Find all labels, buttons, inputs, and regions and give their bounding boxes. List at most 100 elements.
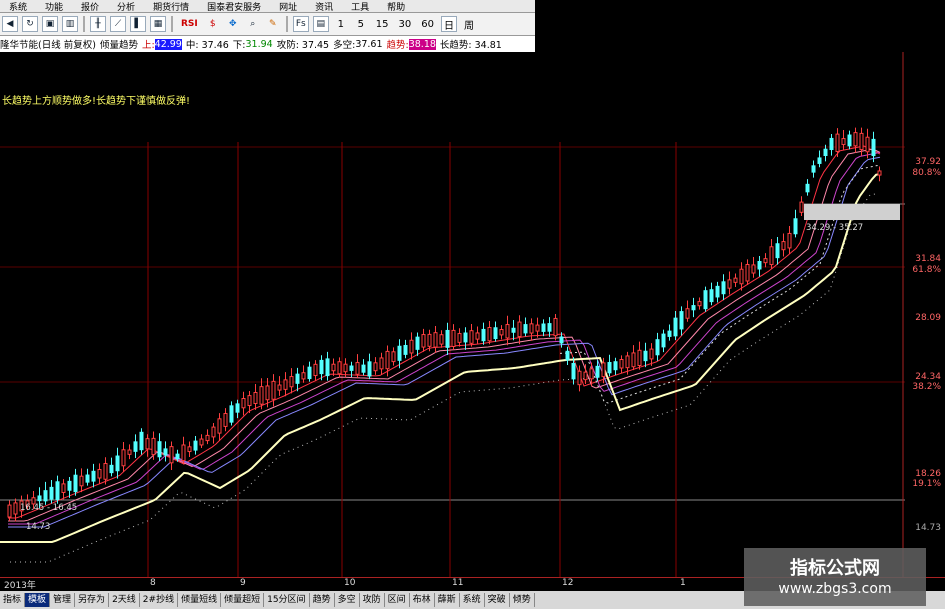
tab-item[interactable]: 另存为 <box>75 593 110 607</box>
menu-item[interactable]: 报价 <box>72 0 108 13</box>
tab-item[interactable]: 15分区间 <box>264 593 310 607</box>
price-highlight-box <box>804 204 900 220</box>
candle-body <box>307 366 312 380</box>
move-icon[interactable]: ✥ <box>225 16 241 32</box>
candle-body <box>331 363 336 372</box>
candle-body <box>613 361 618 371</box>
tab-item[interactable]: 薛斯 <box>435 593 460 607</box>
price-axis-label: 37.92 <box>915 157 941 167</box>
candle-body <box>451 329 456 347</box>
candle-body <box>379 357 384 370</box>
menu-item[interactable]: 功能 <box>36 0 72 13</box>
tab-item[interactable]: 突破 <box>485 593 510 607</box>
menu-item[interactable]: 分析 <box>108 0 144 13</box>
candle-body <box>301 372 306 380</box>
money-icon[interactable]: $ <box>205 16 221 32</box>
tab-item[interactable]: 指标 <box>0 593 26 607</box>
candle-body <box>433 332 438 348</box>
tab-item[interactable]: 区间 <box>385 593 410 607</box>
x-label: 12 <box>562 578 574 588</box>
grid-icon[interactable]: ▦ <box>150 16 166 32</box>
tab-item[interactable]: 趋势 <box>310 593 335 607</box>
x-label: 10 <box>344 578 356 588</box>
tab-item[interactable]: 倾势 <box>510 593 535 607</box>
period-5[interactable]: 5 <box>353 16 369 32</box>
watermark: 指标公式网 www.zbgs3.com <box>744 548 926 606</box>
candle-body <box>859 132 864 151</box>
period-30[interactable]: 30 <box>396 16 415 32</box>
period-15[interactable]: 15 <box>373 16 392 32</box>
candle-body <box>847 134 852 147</box>
period-week[interactable]: 周 <box>461 16 477 32</box>
price-axis-label: 80.8% <box>912 168 941 178</box>
candle-body <box>631 352 636 368</box>
menu-item[interactable]: 工具 <box>342 0 378 13</box>
tab-item[interactable]: 攻防 <box>360 593 385 607</box>
bar-icon[interactable]: ▌ <box>130 16 146 32</box>
line-icon[interactable]: ⟋ <box>110 16 126 32</box>
menu-item[interactable]: 帮助 <box>378 0 414 13</box>
period-60[interactable]: 60 <box>418 16 437 32</box>
candle-body <box>649 348 654 360</box>
candle-body <box>811 165 816 173</box>
candle-body <box>289 376 294 388</box>
candle-body <box>805 183 810 193</box>
menu-item[interactable]: 期货行情 <box>144 0 198 13</box>
candle-body <box>637 349 642 367</box>
candle-body <box>709 289 714 303</box>
tab-item[interactable]: 多空 <box>335 593 360 607</box>
menu-item[interactable]: 资讯 <box>306 0 342 13</box>
fs-icon[interactable]: Fs <box>292 16 309 32</box>
candle-body <box>7 504 12 518</box>
kline-chart[interactable] <box>0 52 905 577</box>
menu-item[interactable]: 网址 <box>270 0 306 13</box>
candle-body <box>337 361 342 375</box>
period-1[interactable]: 1 <box>333 16 349 32</box>
chart-icon[interactable]: ▥ <box>62 16 78 32</box>
candle-body <box>427 333 432 347</box>
candle-body <box>277 384 282 391</box>
x-label: 11 <box>452 578 464 588</box>
back-icon[interactable]: ◀ <box>2 16 18 32</box>
search-icon[interactable]: ⌕ <box>245 16 261 32</box>
tab-item[interactable]: 系统 <box>460 593 485 607</box>
candle-body <box>769 246 774 266</box>
candle-body <box>151 437 156 456</box>
tab-item[interactable]: 倾量超短 <box>221 593 265 607</box>
menu-item[interactable]: 国泰君安服务 <box>198 0 270 13</box>
candle-body <box>739 268 744 285</box>
candle-body <box>187 446 192 453</box>
period-day[interactable]: 日 <box>440 16 457 32</box>
tab-item[interactable]: 布林 <box>410 593 435 607</box>
tab-item[interactable]: 管理 <box>50 593 76 607</box>
candle-body <box>571 362 576 380</box>
candle-body <box>517 321 522 338</box>
candle-body <box>643 350 648 362</box>
candle-body <box>271 380 276 400</box>
candle-body <box>505 324 510 339</box>
candle-icon[interactable]: ╫ <box>90 16 106 32</box>
pen-icon[interactable]: ✎ <box>265 16 281 32</box>
tab-item[interactable]: 模板 <box>25 593 51 607</box>
price-axis-label: 31.84 <box>915 254 941 264</box>
tick-icon[interactable]: ▤ <box>312 16 329 32</box>
candle-body <box>409 339 414 354</box>
menu-item[interactable]: 系统 <box>0 0 36 13</box>
candle-body <box>61 483 66 493</box>
refresh-icon[interactable]: ↻ <box>22 16 38 32</box>
rsi-button[interactable]: RSI <box>178 16 201 32</box>
window-icon[interactable]: ▣ <box>42 16 58 32</box>
candle-body <box>127 449 132 455</box>
tab-item[interactable]: 2天线 <box>109 593 140 607</box>
candle-body <box>865 136 870 153</box>
candle-body <box>133 441 138 452</box>
candle-body <box>211 426 216 438</box>
tab-item[interactable]: 2#抄线 <box>140 593 179 607</box>
candle-body <box>793 218 798 235</box>
candle-body <box>169 446 174 464</box>
candle-body <box>295 373 300 384</box>
candle-body <box>229 405 234 423</box>
tab-item[interactable]: 倾量短线 <box>178 593 222 607</box>
candle-body <box>523 324 528 334</box>
candle-body <box>79 475 84 487</box>
